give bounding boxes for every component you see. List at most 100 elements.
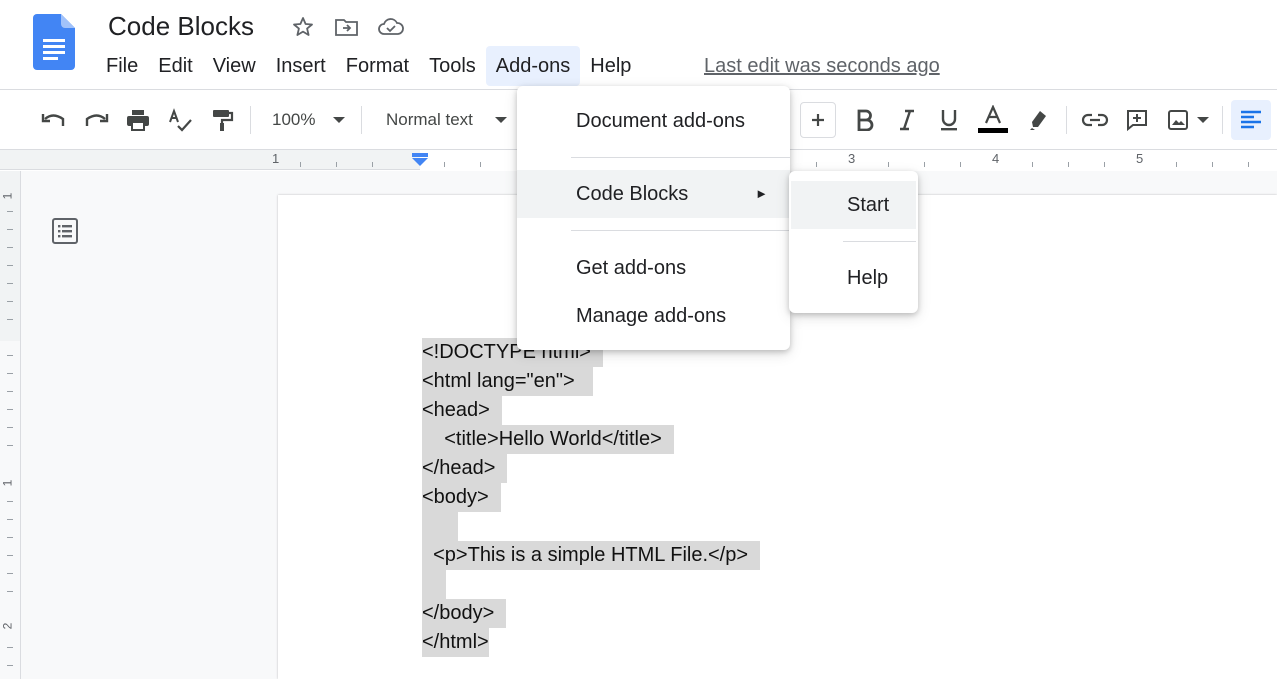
ruler-tick xyxy=(1176,162,1177,167)
ruler-number: 5 xyxy=(1136,151,1144,166)
code-line-text: <head> xyxy=(422,396,502,425)
document-outline-icon[interactable] xyxy=(50,216,80,246)
submenu-arrow-icon: ► xyxy=(755,186,768,201)
undo-icon[interactable] xyxy=(36,100,72,140)
menu-edit[interactable]: Edit xyxy=(148,46,202,86)
ruler-tick xyxy=(1212,162,1213,167)
cloud-saved-icon[interactable] xyxy=(375,14,407,40)
redo-icon[interactable] xyxy=(78,100,114,140)
menu-item-manage-addons[interactable]: Manage add-ons xyxy=(517,292,790,340)
italic-icon[interactable] xyxy=(889,100,925,140)
vruler-tick xyxy=(7,211,13,212)
toolbar-divider xyxy=(250,106,251,134)
move-folder-icon[interactable] xyxy=(331,14,363,40)
ruler-number: 4 xyxy=(992,151,1000,166)
print-icon[interactable] xyxy=(120,100,156,140)
menu-item-label: Start xyxy=(847,194,890,216)
ruler-tick xyxy=(480,162,481,167)
menu-item-get-addons[interactable]: Get add-ons xyxy=(517,244,790,292)
vruler-number: 1 xyxy=(0,479,15,487)
link-icon[interactable] xyxy=(1077,100,1113,140)
toolbar-divider xyxy=(1066,106,1067,134)
code-line xyxy=(422,512,760,541)
menu-item-label: Document add-ons xyxy=(576,110,745,132)
code-line-text: </html> xyxy=(422,628,489,657)
spellcheck-icon[interactable] xyxy=(162,100,198,140)
vruler-tick xyxy=(7,537,13,538)
zoom-select[interactable]: 100% xyxy=(262,100,352,140)
underline-icon[interactable] xyxy=(931,100,967,140)
paint-format-icon[interactable] xyxy=(204,100,240,140)
last-edit-link[interactable]: Last edit was seconds ago xyxy=(704,53,940,79)
vruler-tick xyxy=(7,301,13,302)
ruler-tick xyxy=(1068,162,1069,167)
menu-tools[interactable]: Tools xyxy=(419,46,486,86)
code-block[interactable]: <!DOCTYPE html> <html lang="en"> <head> … xyxy=(422,338,761,657)
menu-file[interactable]: File xyxy=(96,46,148,86)
zoom-value: 100% xyxy=(272,110,316,129)
code-line: </html> xyxy=(422,628,760,657)
ruler-tick xyxy=(924,162,925,167)
submenu-item-help[interactable]: Help xyxy=(791,254,916,302)
vruler-tick xyxy=(7,427,13,428)
submenu-item-start[interactable]: Start xyxy=(791,181,916,229)
vruler-tick xyxy=(7,373,13,374)
menu-item-label: Code Blocks xyxy=(576,183,689,205)
code-line-text: <p>This is a simple HTML File.</p> xyxy=(422,541,761,570)
vruler-tick xyxy=(7,665,13,666)
vruler-number: 1 xyxy=(0,192,15,200)
code-line: <title>Hello World</title> xyxy=(422,425,760,454)
menu-view[interactable]: View xyxy=(203,46,266,86)
menu-divider xyxy=(571,157,790,158)
text-color-button[interactable] xyxy=(973,100,1013,140)
menu-format[interactable]: Format xyxy=(336,46,419,86)
menu-item-label: Get add-ons xyxy=(576,257,687,279)
document-title[interactable]: Code Blocks xyxy=(108,10,254,42)
docs-logo-icon[interactable] xyxy=(33,14,75,70)
vruler-tick xyxy=(7,591,13,592)
menu-help[interactable]: Help xyxy=(580,46,641,86)
menu-divider xyxy=(843,241,916,242)
vruler-tick xyxy=(7,265,13,266)
highlight-icon[interactable] xyxy=(1020,100,1056,140)
bold-icon[interactable] xyxy=(847,100,883,140)
vruler-tick xyxy=(7,319,13,320)
indent-marker-icon[interactable] xyxy=(411,153,429,167)
title-icons xyxy=(287,14,407,40)
code-line-text: </head> xyxy=(422,454,508,483)
font-size-increase-button[interactable] xyxy=(800,102,836,138)
image-icon xyxy=(1168,110,1188,130)
menu-item-label: Help xyxy=(847,267,889,289)
style-select[interactable]: Normal text xyxy=(374,100,524,140)
code-line-text xyxy=(422,512,458,541)
vertical-ruler[interactable]: 1 1 2 xyxy=(0,171,21,679)
image-caret-icon xyxy=(1197,117,1209,123)
ruler-number: 3 xyxy=(848,151,856,166)
menu-insert[interactable]: Insert xyxy=(266,46,336,86)
menu-item-label: Manage add-ons xyxy=(576,305,727,327)
ruler-tick xyxy=(336,162,337,167)
vruler-tick xyxy=(7,247,13,248)
ruler-tick xyxy=(960,162,961,167)
menu-item-code-blocks[interactable]: Code Blocks ► xyxy=(517,170,790,218)
code-line-text: <title>Hello World</title> xyxy=(422,425,674,454)
menu-addons[interactable]: Add-ons xyxy=(485,46,581,86)
ruler-tick xyxy=(300,162,301,167)
add-comment-icon[interactable] xyxy=(1119,100,1155,140)
code-line-text: </body> xyxy=(422,599,507,628)
vruler-tick xyxy=(7,501,13,502)
star-icon[interactable] xyxy=(287,14,319,40)
ruler-tick xyxy=(1248,162,1249,167)
align-left-icon[interactable] xyxy=(1231,100,1271,140)
code-line: <html lang="en"> xyxy=(422,367,760,396)
vruler-tick xyxy=(7,573,13,574)
ruler-tick xyxy=(1032,162,1033,167)
code-line: <p>This is a simple HTML File.</p> xyxy=(422,541,761,570)
insert-image-button[interactable] xyxy=(1161,100,1215,140)
ruler-tick xyxy=(816,162,817,167)
menu-item-document-addons[interactable]: Document add-ons xyxy=(517,97,790,145)
app-header: Code Blocks File Edit View Insert Format… xyxy=(0,0,1277,90)
ruler-tick xyxy=(444,162,445,167)
code-line-text: <html lang="en"> xyxy=(422,367,593,396)
vruler-tick xyxy=(7,647,13,648)
